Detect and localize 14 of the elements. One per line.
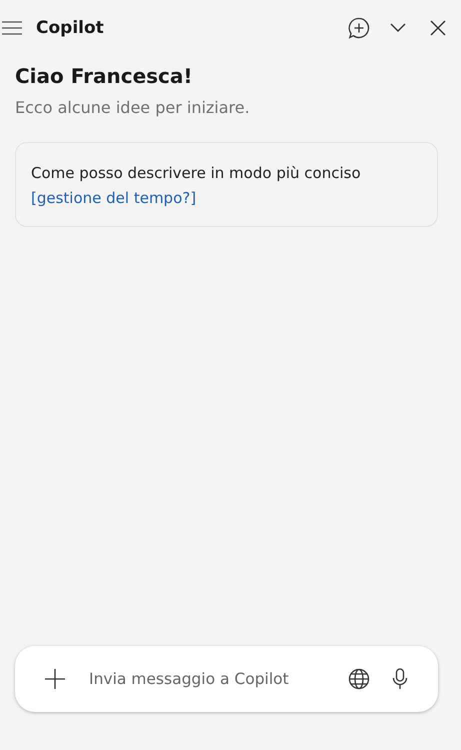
suggestion-text: Come posso descrivere in modo più conciso [gestione del tempo?] xyxy=(31,163,362,209)
menu-icon[interactable] xyxy=(2,21,22,35)
suggestion-link[interactable]: [gestione del tempo?] xyxy=(31,189,196,207)
suggestion-card[interactable]: Come posso descrivere in modo più conciso [gestione del tempo?] xyxy=(15,142,438,227)
globe-icon[interactable] xyxy=(348,668,370,690)
close-icon[interactable] xyxy=(430,20,446,36)
message-input[interactable]: Invia messaggio a Copilot xyxy=(87,669,326,689)
new-chat-icon[interactable] xyxy=(348,17,370,39)
greeting-subtitle: Ecco alcune idee per iniziare. xyxy=(14,97,251,117)
chevron-down-icon[interactable] xyxy=(390,23,406,33)
microphone-icon[interactable] xyxy=(392,668,408,690)
greeting-title: Ciao Francesca! xyxy=(14,63,194,88)
add-icon[interactable] xyxy=(45,669,65,689)
app-title: Copilot xyxy=(36,18,104,38)
